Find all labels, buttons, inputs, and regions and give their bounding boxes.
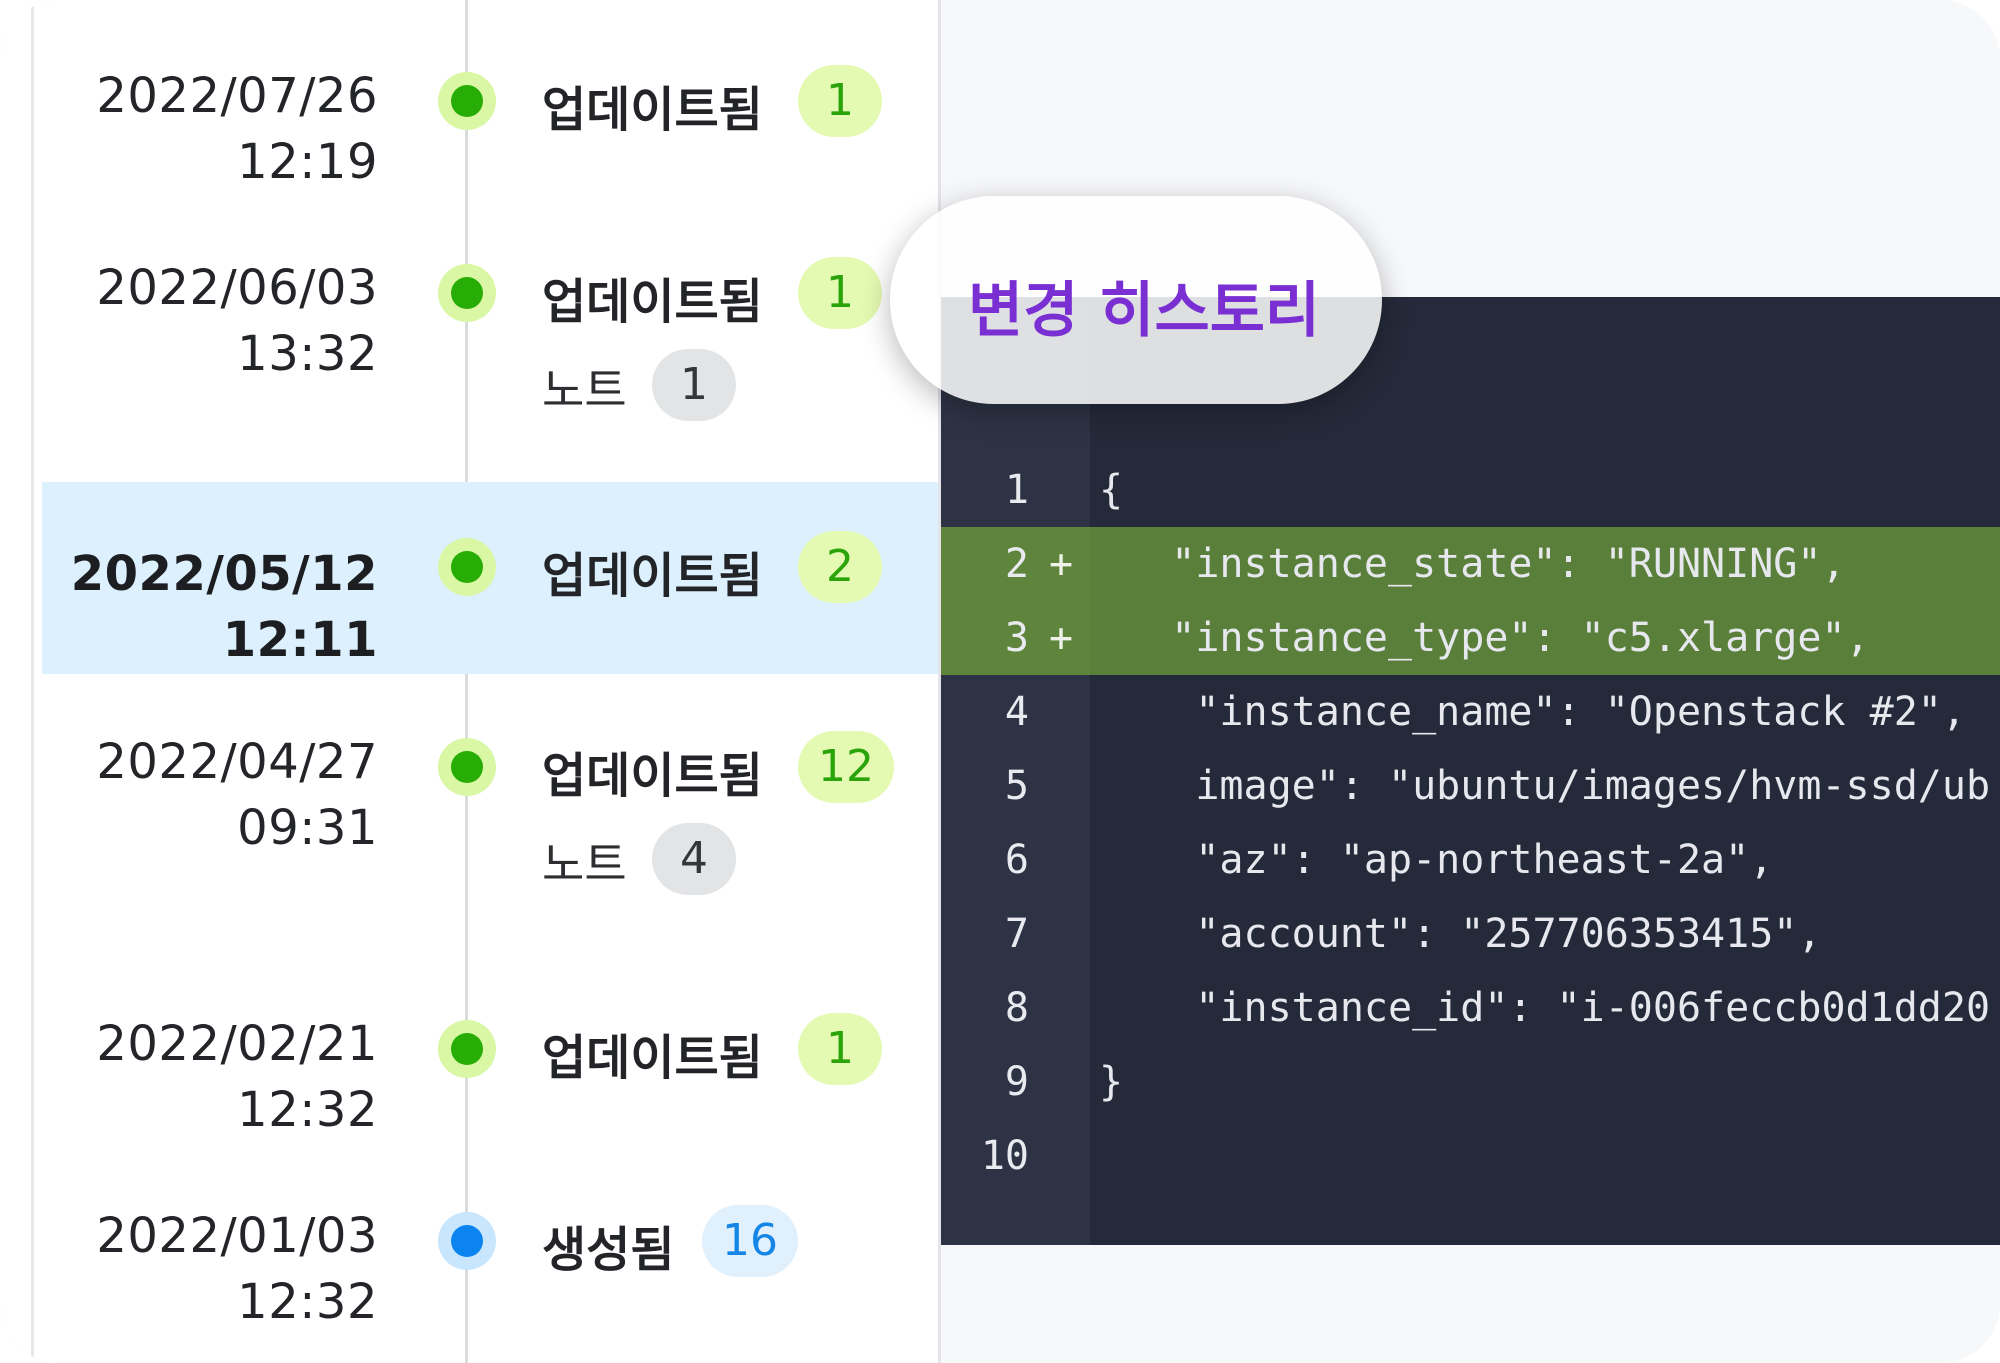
update-status-dot-icon (438, 264, 496, 322)
entry-time: 12:19 (237, 134, 378, 190)
code-line: 1 { (941, 453, 2000, 527)
timeline-entry[interactable]: 2022/04/27 09:31 업데이트됨 12 노트 4 (0, 706, 938, 936)
change-count-badge[interactable]: 1 (798, 65, 882, 137)
code-line: 5 image": "ubuntu/images/hvm-ssd/ub (941, 749, 2000, 823)
line-number: 1 (1004, 467, 1029, 513)
note-count-badge[interactable]: 1 (652, 349, 736, 421)
entry-type-label: 업데이트됨 (542, 1030, 763, 1086)
entry-time: 12:32 (237, 1082, 378, 1138)
timeline-panel: 2022/07/26 12:19 업데이트됨 1 2022/06/03 13:3… (0, 0, 940, 1363)
entry-type-label: 업데이트됨 (542, 274, 763, 330)
entry-time: 12:32 (237, 1274, 378, 1330)
code-line: 4 "instance_name": "Openstack #2", (941, 675, 2000, 749)
added-marker: + (1049, 615, 1074, 661)
update-status-dot-icon (438, 72, 496, 130)
create-status-dot-icon (438, 1212, 496, 1270)
timeline-entry[interactable]: 2022/06/03 13:32 업데이트됨 1 노트 1 (0, 232, 938, 432)
code-text: image": "ubuntu/images/hvm-ssd/ub (1099, 763, 1991, 809)
code-text: "az": "ap-northeast-2a", (1099, 837, 1774, 883)
update-status-dot-icon (438, 538, 496, 596)
code-line: 8 "instance_id": "i-006feccb0d1dd20 (941, 971, 2000, 1045)
entry-type-label: 업데이트됨 (542, 82, 763, 138)
entry-time: 09:31 (237, 800, 378, 856)
line-number: 9 (1004, 1059, 1029, 1105)
entry-type-label: 업데이트됨 (542, 748, 763, 804)
code-line-added: 3 + "instance_type": "c5.xlarge", (941, 601, 2000, 675)
change-count-badge[interactable]: 2 (798, 531, 882, 603)
entry-date: 2022/06/03 (96, 260, 378, 316)
note-count-badge[interactable]: 4 (652, 823, 736, 895)
code-text: "instance_id": "i-006feccb0d1dd20 (1099, 985, 1991, 1031)
entry-type-label: 생성됨 (542, 1222, 675, 1278)
entry-date: 2022/05/12 (70, 546, 378, 602)
code-text: "instance_type": "c5.xlarge", (1099, 615, 1870, 661)
code-text: "account": "257706353415", (1099, 911, 1822, 957)
line-number: 3 (1004, 615, 1029, 661)
note-label: 노트 (542, 837, 627, 891)
timeline-entry[interactable]: 2022/07/26 12:19 업데이트됨 1 (0, 40, 938, 210)
entry-date: 2022/04/27 (96, 734, 378, 790)
entry-date: 2022/01/03 (96, 1208, 378, 1264)
entry-date: 2022/02/21 (96, 1016, 378, 1072)
entry-type-label: 업데이트됨 (542, 548, 763, 604)
code-line: 10 (941, 1119, 2000, 1193)
code-line: 7 "account": "257706353415", (941, 897, 2000, 971)
code-line: 9 } (941, 1045, 2000, 1119)
code-text: "instance_name": "Openstack #2", (1099, 689, 1966, 735)
code-line-added: 2 + "instance_state": "RUNNING", (941, 527, 2000, 601)
update-status-dot-icon (438, 738, 496, 796)
code-line: 6 "az": "ap-northeast-2a", (941, 823, 2000, 897)
line-number: 4 (1004, 689, 1029, 735)
change-count-badge[interactable]: 1 (798, 257, 882, 329)
timeline-entry[interactable]: 2022/01/03 12:32 생성됨 16 (0, 1180, 938, 1350)
line-number: 7 (1004, 911, 1029, 957)
history-window: 2022/07/26 12:19 업데이트됨 1 2022/06/03 13:3… (0, 0, 2000, 1363)
line-number: 6 (1004, 837, 1029, 883)
code-diff-viewer[interactable]: 1 { 2 + "instance_state": "RUNNING", 3 +… (941, 297, 2000, 1245)
note-label: 노트 (542, 363, 627, 417)
code-text: { (1099, 467, 1124, 513)
code-text: "instance_state": "RUNNING", (1099, 541, 1846, 587)
line-number: 10 (980, 1133, 1029, 1179)
added-marker: + (1049, 541, 1074, 587)
line-number: 8 (1004, 985, 1029, 1031)
entry-date: 2022/07/26 (96, 68, 378, 124)
entry-time: 12:11 (222, 612, 378, 668)
line-number: 5 (1004, 763, 1029, 809)
code-text: } (1099, 1059, 1124, 1105)
change-count-badge[interactable]: 16 (702, 1205, 798, 1277)
tooltip-title: 변경 히스토리 (968, 276, 1321, 346)
change-count-badge[interactable]: 12 (798, 731, 894, 803)
timeline-entry[interactable]: 2022/02/21 12:32 업데이트됨 1 (0, 988, 938, 1158)
update-status-dot-icon (438, 1020, 496, 1078)
entry-time: 13:32 (237, 326, 378, 382)
timeline-entry-selected[interactable]: 2022/05/12 12:11 업데이트됨 2 (42, 482, 938, 674)
line-number: 2 (1004, 541, 1029, 587)
change-count-badge[interactable]: 1 (798, 1013, 882, 1085)
